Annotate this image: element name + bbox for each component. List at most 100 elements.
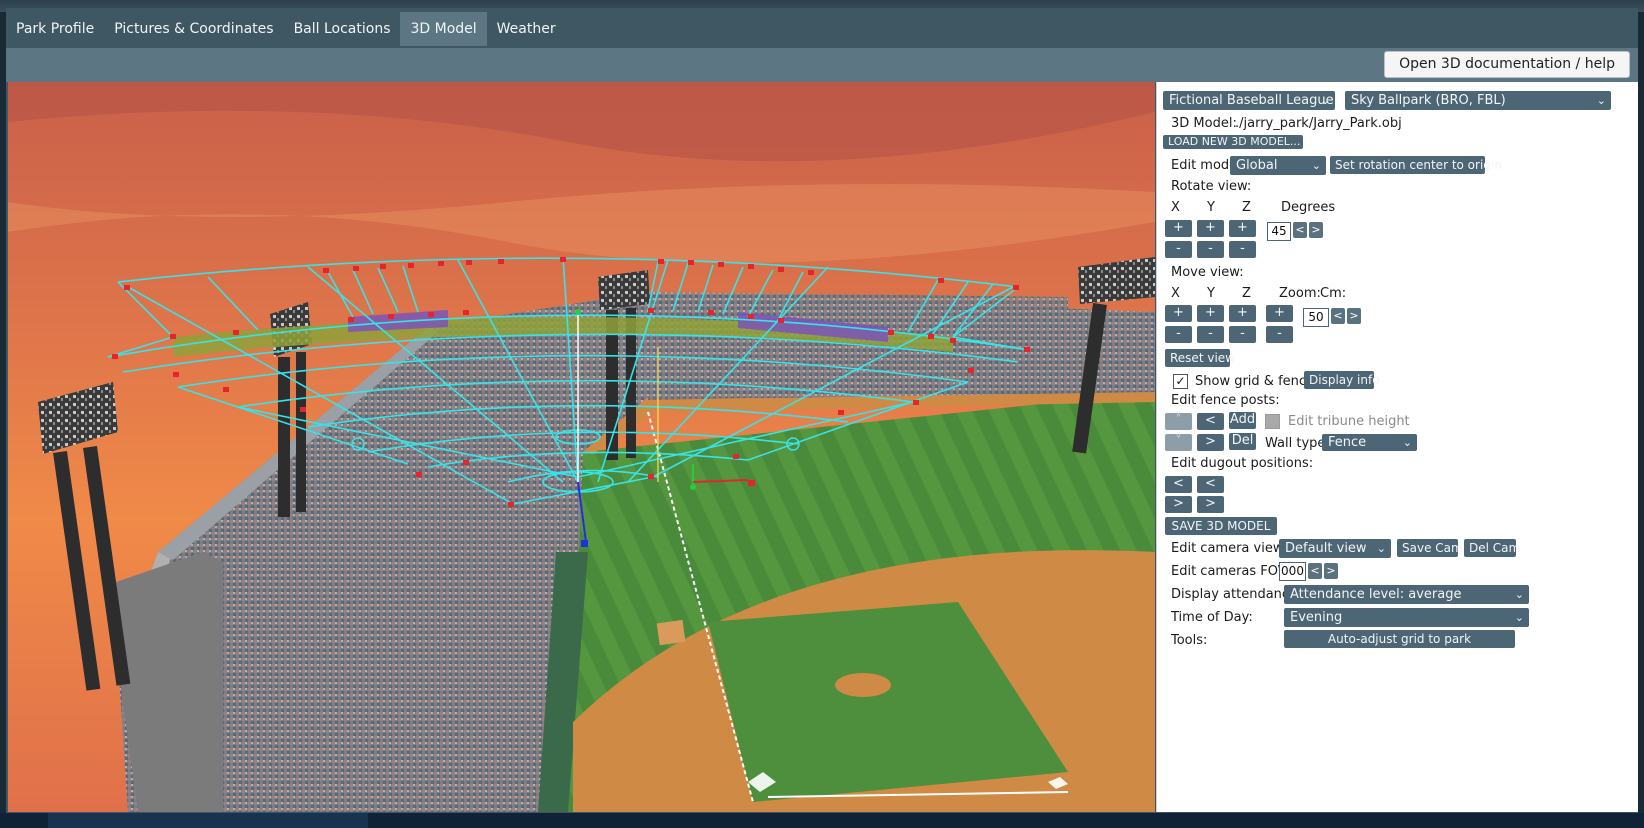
move-axis-y-label: Y	[1207, 286, 1215, 301]
dugout1-prev-button[interactable]: <	[1165, 476, 1192, 493]
wall-type-value: Fence	[1328, 435, 1367, 450]
park-select-value: Sky Ballpark (BRO, FBL)	[1351, 93, 1506, 108]
app-window: Park Profile Pictures & Coordinates Ball…	[6, 8, 1638, 813]
zoom-label: Zoom:	[1279, 286, 1321, 301]
save-3d-model-button[interactable]: SAVE 3D MODEL	[1165, 517, 1277, 535]
fov-increment-button[interactable]: >	[1324, 563, 1338, 579]
tools-label: Tools:	[1171, 633, 1208, 648]
fence-down-button[interactable]: ˅	[1165, 434, 1192, 451]
main-tab-bar: Park Profile Pictures & Coordinates Ball…	[6, 12, 566, 46]
tribune-height-checkbox[interactable]	[1265, 414, 1280, 429]
show-grid-label: Show grid & fence	[1195, 374, 1315, 389]
tribune-height-label: Edit tribune height	[1288, 414, 1410, 429]
chevron-down-icon: ˅	[1175, 434, 1182, 449]
degrees-decrement-button[interactable]: <	[1293, 222, 1307, 238]
camera-views-select[interactable]: Default view ⌄	[1279, 539, 1391, 558]
camera-views-label: Edit camera views:	[1171, 541, 1295, 556]
move-axis-x-label: X	[1171, 286, 1180, 301]
move-z-minus-button[interactable]: -	[1229, 326, 1256, 343]
fence-prev-button[interactable]: <	[1197, 413, 1224, 430]
move-y-minus-button[interactable]: -	[1197, 326, 1224, 343]
tab-pictures-coordinates[interactable]: Pictures & Coordinates	[104, 12, 283, 46]
rotate-z-minus-button[interactable]: -	[1229, 241, 1256, 258]
time-of-day-select[interactable]: Evening ⌄	[1284, 608, 1529, 627]
cameras-fov-label: Edit cameras FOV:	[1171, 564, 1290, 579]
tab-ball-locations[interactable]: Ball Locations	[284, 12, 401, 46]
model-label: 3D Model:	[1171, 116, 1237, 131]
ballpark-3d-render	[8, 82, 1155, 812]
zoom-minus-button[interactable]: -	[1266, 326, 1293, 343]
display-info-button[interactable]: Display info	[1304, 371, 1380, 389]
rotate-axis-z-label: Z	[1242, 200, 1251, 215]
model-settings-panel: Fictional Baseball League ⌄ Sky Ballpark …	[1156, 82, 1638, 812]
edit-mode-label: Edit mode	[1171, 158, 1238, 173]
fov-input[interactable]: 000	[1279, 562, 1306, 581]
move-axis-z-label: Z	[1242, 286, 1251, 301]
open-documentation-button[interactable]: Open 3D documentation / help	[1384, 51, 1630, 78]
wall-type-label: Wall type:	[1265, 436, 1330, 451]
cm-label: Cm:	[1320, 286, 1347, 301]
chevron-down-icon: ⌄	[1376, 542, 1386, 555]
tab-weather[interactable]: Weather	[487, 12, 566, 46]
chevron-down-icon: ⌄	[1320, 94, 1330, 107]
save-cam-button[interactable]: Save Cam	[1397, 539, 1463, 557]
del-cam-button[interactable]: Del Cam	[1464, 539, 1520, 557]
taskbar-segment	[48, 813, 368, 828]
attendance-label: Display attendance:	[1171, 587, 1302, 602]
time-of-day-label: Time of Day:	[1171, 610, 1253, 625]
move-z-plus-button[interactable]: +	[1229, 305, 1256, 322]
reset-view-button[interactable]: Reset view	[1165, 349, 1235, 367]
fence-posts-label: Edit fence posts:	[1171, 393, 1280, 408]
move-view-label: Move view:	[1171, 265, 1244, 280]
tab-park-profile[interactable]: Park Profile	[6, 12, 104, 46]
degrees-increment-button[interactable]: >	[1309, 222, 1323, 238]
rotate-x-plus-button[interactable]: +	[1165, 220, 1192, 237]
rotate-x-minus-button[interactable]: -	[1165, 241, 1192, 258]
fence-del-button[interactable]: Del	[1229, 433, 1256, 450]
3d-viewport[interactable]	[8, 82, 1155, 812]
attendance-select[interactable]: Attendance level: average ⌄	[1284, 585, 1529, 604]
fence-next-button[interactable]: >	[1197, 434, 1224, 451]
fence-up-button[interactable]: ˄	[1165, 413, 1192, 430]
league-select[interactable]: Fictional Baseball League ⌄	[1163, 91, 1335, 110]
os-taskbar	[0, 813, 1644, 828]
auto-adjust-grid-button[interactable]: Auto-adjust grid to park	[1284, 630, 1515, 648]
fence-add-button[interactable]: Add	[1229, 412, 1256, 429]
set-rotation-center-button[interactable]: Set rotation center to origin	[1330, 156, 1502, 174]
tab-3d-model[interactable]: 3D Model	[400, 12, 487, 46]
camera-views-value: Default view	[1285, 541, 1367, 556]
show-grid-checkbox[interactable]: ✓	[1173, 374, 1188, 389]
dugout-positions-label: Edit dugout positions:	[1171, 456, 1314, 471]
cm-decrement-button[interactable]: <	[1331, 308, 1345, 324]
park-select[interactable]: Sky Ballpark (BRO, FBL) ⌄	[1345, 91, 1611, 110]
rotate-axis-x-label: X	[1171, 200, 1180, 215]
chevron-up-icon: ˄	[1175, 413, 1182, 428]
chevron-down-icon: ⌄	[1596, 94, 1606, 107]
rotate-z-plus-button[interactable]: +	[1229, 220, 1256, 237]
move-x-plus-button[interactable]: +	[1165, 305, 1192, 322]
wall-type-select[interactable]: Fence ⌄	[1322, 434, 1417, 451]
edit-mode-select[interactable]: Global ⌄	[1230, 156, 1326, 175]
fov-decrement-button[interactable]: <	[1308, 563, 1322, 579]
model-path: ./jarry_park/Jarry_Park.obj	[1235, 116, 1402, 131]
attendance-value: Attendance level: average	[1290, 587, 1462, 602]
chevron-down-icon: ⌄	[1514, 588, 1524, 601]
rotate-y-plus-button[interactable]: +	[1197, 220, 1224, 237]
league-select-value: Fictional Baseball League	[1169, 93, 1334, 108]
load-model-button[interactable]: LOAD NEW 3D MODEL...	[1163, 135, 1303, 149]
toolbar: Open 3D documentation / help	[6, 48, 1638, 82]
move-x-minus-button[interactable]: -	[1165, 326, 1192, 343]
cm-increment-button[interactable]: >	[1347, 308, 1361, 324]
zoom-plus-button[interactable]: +	[1266, 305, 1293, 322]
cm-input[interactable]: 50	[1303, 308, 1329, 327]
dugout2-next-button[interactable]: >	[1197, 496, 1224, 513]
degrees-input[interactable]: 45	[1267, 222, 1291, 241]
chevron-down-icon: ⌄	[1514, 611, 1524, 624]
rotate-axis-y-label: Y	[1207, 200, 1215, 215]
move-y-plus-button[interactable]: +	[1197, 305, 1224, 322]
rotate-y-minus-button[interactable]: -	[1197, 241, 1224, 258]
dugout1-next-button[interactable]: >	[1165, 496, 1192, 513]
rotate-view-label: Rotate view:	[1171, 179, 1252, 194]
dugout2-prev-button[interactable]: <	[1197, 476, 1224, 493]
time-of-day-value: Evening	[1290, 610, 1343, 625]
